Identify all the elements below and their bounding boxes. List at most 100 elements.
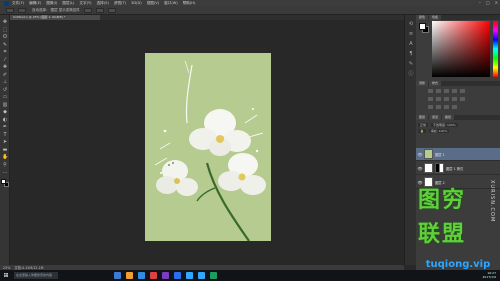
brightness-adjust-icon[interactable]	[428, 89, 433, 93]
shape-tool-icon[interactable]: ▬	[2, 147, 8, 153]
hue-slider[interactable]	[493, 21, 498, 77]
tab-paths[interactable]: 路径	[442, 115, 455, 120]
taskbar-app-icon[interactable]	[198, 272, 205, 279]
vibrance-adjust-icon[interactable]	[460, 89, 465, 93]
arrange-button[interactable]	[107, 7, 116, 13]
history-panel-icon[interactable]: ⟲	[408, 21, 414, 27]
paragraph-panel-icon[interactable]: ¶	[408, 51, 414, 57]
menu-type[interactable]: 文字(Y)	[79, 1, 91, 6]
canvas-area[interactable]	[10, 20, 404, 265]
layer-row[interactable]: 👁 图层 2	[416, 176, 500, 189]
lock-controls[interactable]: 🔒	[418, 128, 426, 133]
threshold-adjust-icon[interactable]	[444, 105, 449, 109]
tab-color[interactable]: 颜色	[416, 15, 429, 20]
more-tools-icon[interactable]: …	[2, 169, 8, 175]
photo-filter-adjust-icon[interactable]	[452, 97, 457, 101]
menu-file[interactable]: 文件(F)	[12, 1, 24, 6]
maximize-button[interactable]: □	[486, 0, 490, 5]
foreground-color-swatch[interactable]	[1, 179, 6, 184]
distribute-button[interactable]	[95, 7, 104, 13]
menu-view[interactable]: 视图(V)	[147, 1, 159, 6]
taskbar-app-icon[interactable]	[138, 272, 145, 279]
taskbar-app-icon[interactable]	[150, 272, 157, 279]
taskbar-app-icon[interactable]	[126, 272, 133, 279]
auto-select-checkbox[interactable]	[18, 7, 26, 13]
layer-name: 图层 2	[435, 180, 445, 185]
visibility-eye-icon[interactable]: 👁	[416, 152, 424, 157]
tab-styles[interactable]: 样式	[429, 81, 442, 86]
color-picker-field[interactable]	[432, 21, 490, 77]
panel-foreground-swatch[interactable]	[419, 23, 426, 30]
brush-panel-icon[interactable]: ✎	[408, 61, 414, 67]
eyedropper-tool-icon[interactable]: ⁄	[2, 57, 8, 63]
quick-select-tool-icon[interactable]: ✎	[2, 42, 8, 48]
visibility-eye-icon[interactable]: 👁	[416, 180, 424, 185]
opacity-field[interactable]: 不透明度: 100%	[431, 122, 458, 127]
document-canvas[interactable]	[145, 53, 271, 241]
blur-tool-icon[interactable]: ◆	[2, 109, 8, 115]
close-button[interactable]: ✕	[495, 0, 498, 5]
hand-tool-icon[interactable]: ✋	[2, 154, 8, 160]
tool-preset-picker[interactable]	[6, 7, 14, 13]
menu-3d[interactable]: 3D(D)	[131, 1, 142, 5]
menu-layer[interactable]: 图层(L)	[62, 1, 74, 6]
layer-row[interactable]: 👁 图层 1	[416, 148, 500, 161]
eraser-tool-icon[interactable]: ▭	[2, 94, 8, 100]
align-button[interactable]	[83, 7, 92, 13]
character-panel-icon[interactable]: A	[408, 41, 414, 47]
gradient-map-adjust-icon[interactable]	[452, 105, 457, 109]
menu-select[interactable]: 选择(S)	[97, 1, 109, 6]
properties-panel-icon[interactable]: ≡	[408, 31, 414, 37]
clock-date[interactable]: 2017/1/9	[483, 275, 496, 280]
menu-filter[interactable]: 滤镜(T)	[114, 1, 126, 6]
gradient-tool-icon[interactable]: ▥	[2, 102, 8, 108]
taskbar-search-input[interactable]: 在这里输入你要搜索的内容	[14, 272, 58, 279]
crop-tool-icon[interactable]: ⌗	[2, 49, 8, 55]
blend-mode-select[interactable]: 正常	[418, 122, 429, 127]
exposure-adjust-icon[interactable]	[452, 89, 457, 93]
posterize-adjust-icon[interactable]	[436, 105, 441, 109]
taskbar-app-icon[interactable]	[174, 272, 181, 279]
path-select-icon[interactable]: ➤	[2, 139, 8, 145]
color-panel-tabs: 颜色 色板	[416, 15, 500, 20]
layer-row[interactable]: 👁 图层 1 拷贝	[416, 162, 500, 175]
menu-image[interactable]: 图像(I)	[46, 1, 57, 6]
info-panel-icon[interactable]: ⓘ	[408, 71, 414, 77]
taskbar-app-icon[interactable]	[162, 272, 169, 279]
tab-adjustments[interactable]: 调整	[416, 81, 429, 86]
windows-start-icon[interactable]: ⊞	[2, 272, 10, 280]
history-brush-icon[interactable]: ↺	[2, 87, 8, 93]
type-tool-icon[interactable]: T	[2, 132, 8, 138]
hue-saturation-adjust-icon[interactable]	[428, 97, 433, 101]
menu-window[interactable]: 窗口(W)	[164, 1, 178, 6]
zoom-tool-icon[interactable]: ⚲	[2, 162, 8, 168]
taskbar-app-icon[interactable]	[210, 272, 217, 279]
color-balance-adjust-icon[interactable]	[436, 97, 441, 101]
tab-channels[interactable]: 通道	[429, 115, 442, 120]
clone-stamp-icon[interactable]: ⊥	[2, 79, 8, 85]
minimize-button[interactable]: –	[479, 0, 481, 5]
taskbar-app-icon[interactable]	[114, 272, 121, 279]
menu-edit[interactable]: 编辑(E)	[29, 1, 41, 6]
tab-layers[interactable]: 图层	[416, 115, 429, 120]
fill-field[interactable]: 填充: 100%	[428, 128, 450, 133]
black-white-adjust-icon[interactable]	[444, 97, 449, 101]
channel-mixer-adjust-icon[interactable]	[460, 97, 465, 101]
taskbar-app-icon[interactable]	[186, 272, 193, 279]
healing-brush-icon[interactable]: ✚	[2, 64, 8, 70]
layer-blend-controls: 正常 不透明度: 100%	[416, 122, 500, 127]
marquee-tool-icon[interactable]: ⬚	[2, 27, 8, 33]
dodge-tool-icon[interactable]: ◐	[2, 117, 8, 123]
invert-adjust-icon[interactable]	[428, 105, 433, 109]
curves-adjust-icon[interactable]	[444, 89, 449, 93]
menu-help[interactable]: 帮助(H)	[183, 1, 196, 6]
pen-tool-icon[interactable]: ✒	[2, 124, 8, 130]
layer-mask-thumbnail[interactable]	[435, 163, 444, 173]
levels-adjust-icon[interactable]	[436, 89, 441, 93]
move-tool-icon[interactable]: ✥	[2, 19, 8, 25]
brush-tool-icon[interactable]: ✐	[2, 72, 8, 78]
visibility-eye-icon[interactable]: 👁	[416, 166, 424, 171]
tab-swatches[interactable]: 色板	[429, 15, 442, 20]
zoom-level[interactable]: 25%	[3, 266, 10, 270]
lasso-tool-icon[interactable]: ʘ	[2, 34, 8, 40]
